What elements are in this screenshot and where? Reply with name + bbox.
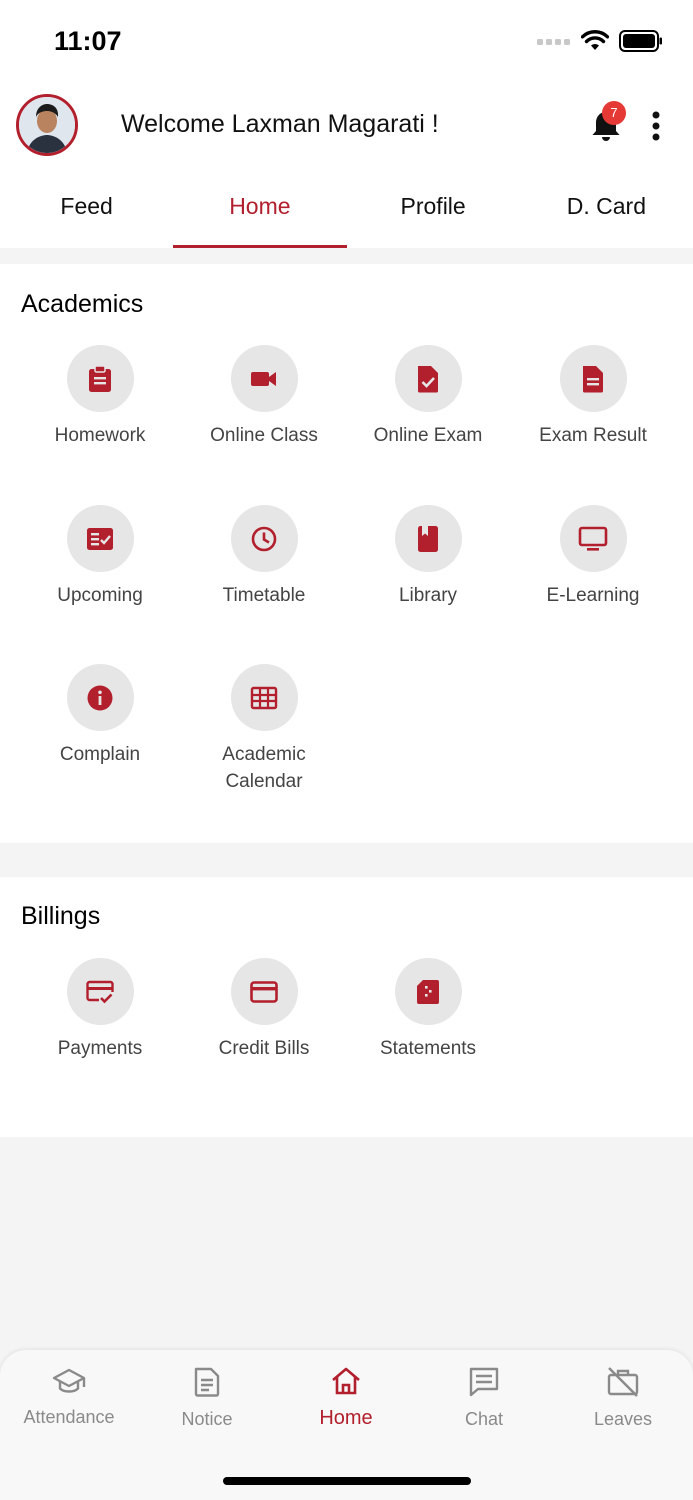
nav-attendance-label: Attendance bbox=[23, 1407, 115, 1427]
billings-section: Billings Payments Credit Bills Statement… bbox=[0, 877, 693, 1137]
document-icon bbox=[583, 365, 603, 392]
online-class-label: Online Class bbox=[210, 425, 318, 446]
signal-icon bbox=[537, 39, 570, 45]
upcoming-label: Upcoming bbox=[57, 585, 143, 606]
nav-home[interactable]: Home bbox=[277, 1366, 415, 1430]
nav-chat[interactable]: Chat bbox=[415, 1366, 553, 1430]
timetable-label: Timetable bbox=[222, 585, 306, 606]
welcome-text: Welcome Laxman Magarati ! bbox=[121, 110, 439, 138]
upcoming-tile[interactable]: Upcoming bbox=[18, 505, 182, 609]
billings-title: Billings bbox=[21, 902, 101, 930]
status-bar: 11:07 bbox=[0, 0, 693, 84]
file-check-icon bbox=[418, 365, 438, 392]
home-indicator bbox=[223, 1477, 471, 1485]
nav-notice[interactable]: Notice bbox=[138, 1366, 276, 1430]
academic-calendar-label: Academic Calendar bbox=[222, 744, 306, 792]
status-icons bbox=[537, 30, 663, 52]
app-header: Welcome Laxman Magarati ! 7 bbox=[0, 84, 693, 168]
payment-check-icon bbox=[86, 980, 114, 1003]
nav-leaves-label: Leaves bbox=[593, 1409, 653, 1429]
nav-notice-label: Notice bbox=[181, 1409, 233, 1429]
nav-home-label: Home bbox=[319, 1407, 373, 1429]
battery-icon bbox=[619, 30, 662, 52]
notice-icon bbox=[194, 1367, 220, 1397]
statements-label: Statements bbox=[379, 1038, 477, 1059]
notification-badge: 7 bbox=[602, 101, 626, 125]
nav-leaves[interactable]: Leaves bbox=[554, 1366, 692, 1430]
tab-profile[interactable]: Profile bbox=[347, 168, 520, 248]
payments-label: Payments bbox=[57, 1038, 143, 1059]
library-label: Library bbox=[398, 585, 458, 606]
graduation-cap-icon bbox=[52, 1368, 86, 1393]
info-icon bbox=[87, 685, 113, 710]
nav-attendance[interactable]: Attendance bbox=[0, 1366, 138, 1428]
online-exam-label: Online Exam bbox=[373, 425, 483, 446]
e-learning-label: E-Learning bbox=[546, 585, 640, 606]
exam-result-tile[interactable]: Exam Result bbox=[511, 345, 675, 449]
leave-icon bbox=[607, 1367, 639, 1397]
e-learning-tile[interactable]: E-Learning bbox=[511, 505, 675, 609]
clipboard-icon bbox=[89, 364, 111, 392]
complain-label: Complain bbox=[59, 744, 141, 765]
wifi-icon bbox=[581, 30, 609, 50]
list-check-icon bbox=[87, 527, 113, 550]
chat-icon bbox=[469, 1367, 499, 1397]
timetable-tile[interactable]: Timetable bbox=[182, 505, 346, 609]
clock-icon bbox=[251, 526, 277, 551]
payments-tile[interactable]: Payments bbox=[18, 958, 182, 1062]
credit-bills-label: Credit Bills bbox=[218, 1038, 310, 1059]
grid-calendar-icon bbox=[250, 686, 278, 709]
homework-label: Homework bbox=[54, 425, 146, 446]
academics-title: Academics bbox=[21, 290, 144, 318]
credit-bills-tile[interactable]: Credit Bills bbox=[182, 958, 346, 1062]
library-tile[interactable]: Library bbox=[346, 505, 510, 609]
tab-home[interactable]: Home bbox=[173, 168, 347, 248]
complain-tile[interactable]: Complain bbox=[18, 664, 182, 768]
academics-section: Academics Homework Online Class Online E… bbox=[0, 264, 693, 843]
monitor-icon bbox=[578, 526, 608, 551]
academic-calendar-tile[interactable]: Academic Calendar bbox=[182, 664, 346, 795]
video-camera-icon bbox=[251, 371, 276, 386]
credit-card-icon bbox=[250, 980, 278, 1003]
more-options-icon[interactable] bbox=[648, 110, 664, 142]
online-class-tile[interactable]: Online Class bbox=[182, 345, 346, 449]
status-time: 11:07 bbox=[54, 26, 122, 56]
user-photo-icon bbox=[19, 97, 75, 153]
tab-d-card[interactable]: D. Card bbox=[520, 168, 693, 248]
tab-feed[interactable]: Feed bbox=[0, 168, 173, 248]
home-icon bbox=[332, 1367, 360, 1395]
avatar[interactable] bbox=[16, 94, 78, 156]
online-exam-tile[interactable]: Online Exam bbox=[346, 345, 510, 449]
top-tabs: Feed Home Profile D. Card bbox=[0, 168, 693, 248]
nav-chat-label: Chat bbox=[464, 1409, 504, 1429]
exam-result-label: Exam Result bbox=[539, 425, 647, 446]
book-icon bbox=[418, 525, 438, 552]
homework-tile[interactable]: Homework bbox=[18, 345, 182, 449]
statement-icon bbox=[417, 979, 439, 1004]
statements-tile[interactable]: Statements bbox=[346, 958, 510, 1062]
